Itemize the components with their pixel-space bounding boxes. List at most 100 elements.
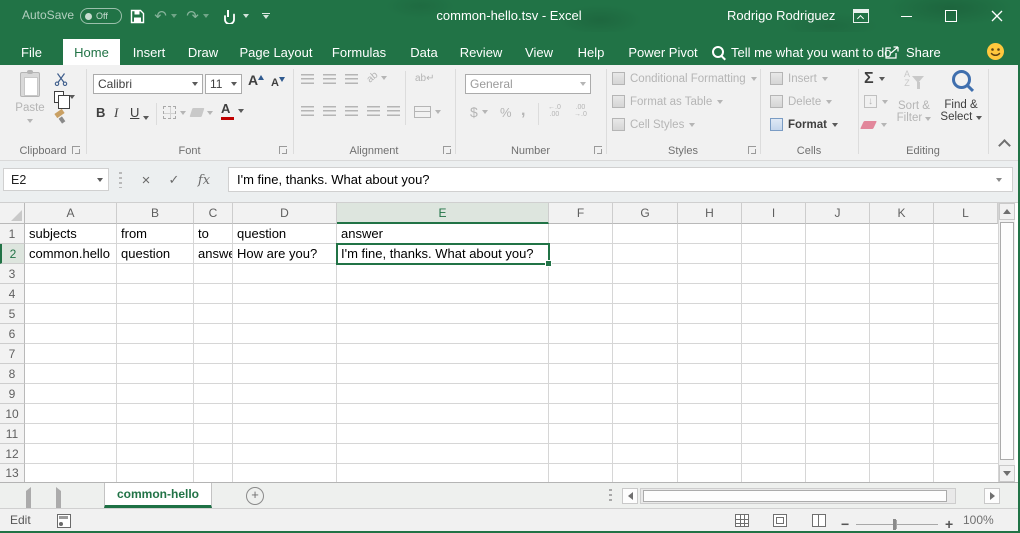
row-header-2[interactable]: 2	[0, 244, 25, 264]
tab-file[interactable]: File	[8, 39, 55, 65]
tab-help[interactable]: Help	[568, 39, 614, 65]
row-header-10[interactable]: 10	[0, 404, 25, 424]
col-header-b[interactable]: B	[117, 203, 194, 224]
merge-center-button[interactable]	[414, 106, 441, 118]
underline-dropdown[interactable]	[143, 111, 149, 123]
number-format-combobox[interactable]: General	[465, 74, 591, 94]
cell-e1[interactable]: answer	[337, 224, 548, 244]
row-header-8[interactable]: 8	[0, 364, 25, 384]
expand-formula-bar-icon[interactable]	[996, 178, 1002, 182]
next-sheet-button[interactable]	[56, 491, 61, 509]
wrap-text-button[interactable]: ab↵	[415, 73, 435, 84]
hscroll-right-button[interactable]	[984, 488, 1000, 504]
shrink-font-button[interactable]: A	[271, 77, 285, 89]
cut-button[interactable]	[54, 72, 68, 89]
zoom-slider-thumb[interactable]	[893, 519, 896, 530]
row-header-13[interactable]: 13	[0, 464, 25, 482]
copy-button[interactable]	[54, 91, 75, 103]
font-size-combobox[interactable]: 11	[205, 74, 242, 94]
font-color-button[interactable]: A	[221, 103, 244, 120]
col-header-f[interactable]: F	[549, 203, 613, 224]
zoom-slider-track[interactable]	[856, 524, 938, 525]
tab-home[interactable]: Home	[63, 39, 120, 65]
tab-review[interactable]: Review	[453, 39, 509, 65]
row-header-9[interactable]: 9	[0, 384, 25, 404]
cell-d1[interactable]: question	[233, 224, 336, 244]
bold-button[interactable]: B	[96, 105, 105, 120]
macro-record-button[interactable]	[57, 514, 71, 528]
autosum-button[interactable]: Σ	[864, 70, 885, 88]
insert-function-button[interactable]: fx	[192, 169, 216, 191]
user-account[interactable]: Rodrigo Rodriguez	[727, 8, 835, 23]
row-header-3[interactable]: 3	[0, 264, 25, 284]
normal-view-button[interactable]	[735, 514, 749, 527]
cell-a1[interactable]: subjects	[25, 224, 116, 244]
underline-button[interactable]: U	[130, 105, 139, 120]
collapse-ribbon-button[interactable]	[1000, 141, 1009, 153]
tab-insert[interactable]: Insert	[124, 39, 174, 65]
zoom-out-button[interactable]: −	[841, 517, 849, 531]
tab-formulas[interactable]: Formulas	[325, 39, 393, 65]
cell-a2[interactable]: common.hello	[25, 244, 116, 264]
format-painter-button[interactable]	[54, 111, 66, 126]
select-all-corner[interactable]	[0, 203, 25, 224]
vertical-scrollbar[interactable]	[998, 203, 1015, 482]
feedback-smiley-button[interactable]	[986, 42, 1005, 66]
maximize-button[interactable]	[930, 0, 972, 32]
minimize-button[interactable]	[885, 0, 927, 32]
page-layout-view-button[interactable]	[773, 514, 787, 527]
font-family-combobox[interactable]: Calibri	[93, 74, 203, 94]
clipboard-dialog-launcher[interactable]	[72, 146, 80, 154]
col-header-l[interactable]: L	[934, 203, 998, 224]
tab-view[interactable]: View	[514, 39, 564, 65]
col-header-i[interactable]: I	[742, 203, 806, 224]
tab-data[interactable]: Data	[398, 39, 450, 65]
cell-b1[interactable]: from	[117, 224, 193, 244]
scroll-down-button[interactable]	[999, 465, 1015, 482]
new-sheet-button[interactable]: +	[246, 487, 264, 505]
increase-decimal-button[interactable]: ←.0.00	[548, 104, 561, 119]
zoom-in-button[interactable]: +	[945, 517, 953, 531]
enter-entry-button[interactable]: ✓	[162, 169, 186, 191]
increase-indent-button[interactable]	[387, 106, 400, 119]
tab-page-layout[interactable]: Page Layout	[232, 39, 320, 65]
tab-scroll-splitter[interactable]	[609, 489, 612, 503]
cancel-entry-button[interactable]: ×	[134, 169, 158, 191]
row-header-12[interactable]: 12	[0, 444, 25, 464]
col-header-h[interactable]: H	[678, 203, 742, 224]
row-header-6[interactable]: 6	[0, 324, 25, 344]
row-header-1[interactable]: 1	[0, 224, 25, 244]
col-header-c[interactable]: C	[194, 203, 233, 224]
share-button[interactable]: Share	[884, 39, 941, 65]
align-left-button[interactable]	[301, 106, 314, 119]
italic-button[interactable]: I	[114, 105, 118, 121]
format-as-table-button[interactable]: Format as Table	[612, 95, 723, 108]
currency-format-button[interactable]: $	[470, 104, 488, 120]
align-bottom-button[interactable]	[345, 74, 358, 87]
sort-filter-button[interactable]: AZ Sort & Filter	[894, 70, 934, 124]
formula-input[interactable]: I'm fine, thanks. What about you?	[228, 167, 1013, 192]
name-box[interactable]: E2	[3, 168, 109, 191]
delete-cells-button[interactable]: Delete	[770, 95, 832, 108]
cell-b2[interactable]: question	[117, 244, 193, 264]
row-header-11[interactable]: 11	[0, 424, 25, 444]
col-header-a[interactable]: A	[25, 203, 117, 224]
col-header-g[interactable]: G	[613, 203, 678, 224]
find-select-button[interactable]: Find & Select	[938, 70, 984, 123]
horizontal-scrollbar[interactable]	[640, 488, 956, 504]
align-right-button[interactable]	[345, 106, 358, 119]
styles-dialog-launcher[interactable]	[748, 146, 756, 154]
col-header-d[interactable]: D	[233, 203, 337, 224]
horizontal-scrollbar-thumb[interactable]	[643, 490, 947, 502]
fill-button[interactable]: ↓	[864, 95, 888, 108]
sheet-tab-common-hello[interactable]: common-hello	[104, 483, 212, 508]
borders-button[interactable]	[163, 106, 186, 119]
insert-cells-button[interactable]: Insert	[770, 72, 828, 85]
grow-font-button[interactable]: A	[248, 75, 264, 88]
clear-button[interactable]	[862, 121, 887, 129]
decrease-indent-button[interactable]	[367, 106, 380, 119]
col-header-e[interactable]: E	[337, 203, 549, 224]
hscroll-left-button[interactable]	[622, 488, 638, 504]
align-middle-button[interactable]	[323, 74, 336, 87]
cell-c2[interactable]: answer	[194, 244, 232, 264]
